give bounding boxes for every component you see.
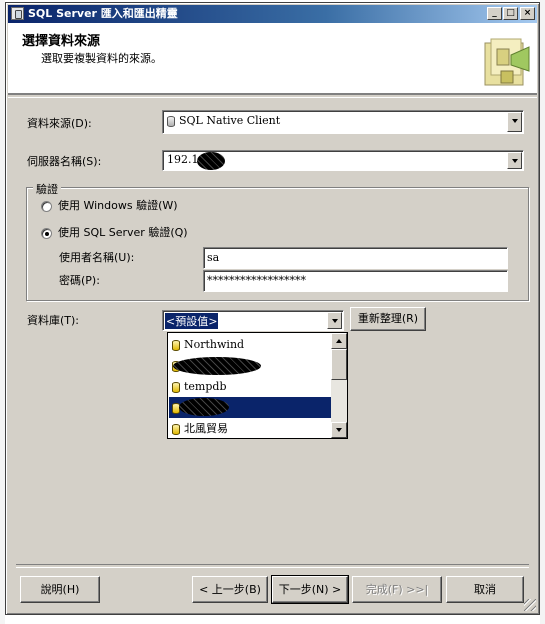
username-value: sa [207, 251, 220, 264]
database-label: 資料庫(T): [27, 314, 80, 327]
maximize-button[interactable]: □ [503, 7, 518, 20]
chevron-up-icon [336, 339, 342, 343]
sql-auth-label[interactable]: 使用 SQL Server 驗證(Q) [58, 224, 188, 240]
redaction-scribble [179, 398, 229, 416]
list-item[interactable]: tempdb [169, 376, 332, 397]
database-icon [167, 115, 175, 127]
password-input[interactable]: ****************** [203, 270, 508, 292]
wizard-window: SQL Server 匯入和匯出精靈 _ □ × 選擇資料來源 選取要複製資料的… [5, 2, 540, 615]
next-button[interactable]: 下一步(N) > [271, 575, 349, 604]
background-app-right [540, 0, 545, 624]
sql-auth-radio[interactable] [41, 228, 52, 239]
list-item[interactable] [169, 355, 332, 376]
minimize-button[interactable]: _ [487, 7, 502, 20]
scroll-thumb[interactable] [331, 349, 347, 380]
list-item-selected[interactable] [169, 397, 332, 418]
database-value: <預設值> [163, 312, 220, 330]
page-title: 選擇資料來源 [22, 34, 101, 49]
data-source-value: SQL Native Client [167, 114, 280, 127]
wizard-header: 選擇資料來源 選取要複製資料的來源。 [8, 23, 537, 94]
password-label: 密碼(P): [59, 274, 100, 287]
app-icon [11, 7, 24, 20]
database-icon [172, 339, 180, 351]
database-select[interactable]: <預設值> [162, 310, 344, 331]
database-icon [172, 423, 180, 435]
username-input[interactable]: sa [203, 247, 508, 269]
chevron-down-icon[interactable] [327, 312, 342, 329]
database-icon [172, 381, 180, 393]
chevron-down-icon [336, 428, 342, 432]
refresh-button[interactable]: 重新整理(R) [350, 307, 426, 331]
auth-group-label: 驗證 [33, 181, 61, 197]
page-subtitle: 選取要複製資料的來源。 [41, 52, 162, 65]
server-name-select[interactable]: 192.1. [162, 150, 524, 171]
list-item[interactable]: Northwind [169, 334, 332, 355]
scroll-down-button[interactable] [331, 422, 347, 438]
header-separator [8, 94, 537, 98]
title-bar[interactable]: SQL Server 匯入和匯出精靈 _ □ × [8, 5, 537, 23]
windows-auth-radio[interactable] [41, 201, 52, 212]
help-button[interactable]: 說明(H) [20, 576, 100, 603]
dropdown-scrollbar[interactable] [331, 333, 347, 438]
database-dropdown[interactable]: Northwind tempdb 北風貿易 [167, 332, 348, 439]
chevron-down-icon[interactable] [507, 152, 522, 169]
resize-grip-icon[interactable] [524, 599, 536, 611]
data-source-select[interactable]: SQL Native Client [162, 110, 524, 134]
list-item[interactable]: 北風貿易 [169, 418, 332, 439]
redaction-scribble [173, 357, 261, 375]
windows-auth-label[interactable]: 使用 Windows 驗證(W) [58, 197, 178, 213]
close-button[interactable]: × [520, 7, 535, 20]
source-label: 資料來源(D): [27, 117, 92, 130]
cancel-button[interactable]: 取消 [446, 576, 524, 603]
chevron-down-icon[interactable] [507, 112, 522, 132]
window-title: SQL Server 匯入和匯出精靈 [28, 7, 178, 20]
finish-button[interactable]: 完成(F) >>| [352, 576, 442, 603]
wizard-icon [484, 38, 530, 86]
back-button[interactable]: < 上一步(B) [192, 576, 268, 603]
server-label: 伺服器名稱(S): [27, 155, 102, 168]
footer-separator [16, 564, 529, 568]
redaction-scribble [197, 152, 225, 170]
username-label: 使用者名稱(U): [59, 251, 135, 264]
password-value: ****************** [207, 274, 306, 287]
scroll-up-button[interactable] [331, 333, 347, 349]
